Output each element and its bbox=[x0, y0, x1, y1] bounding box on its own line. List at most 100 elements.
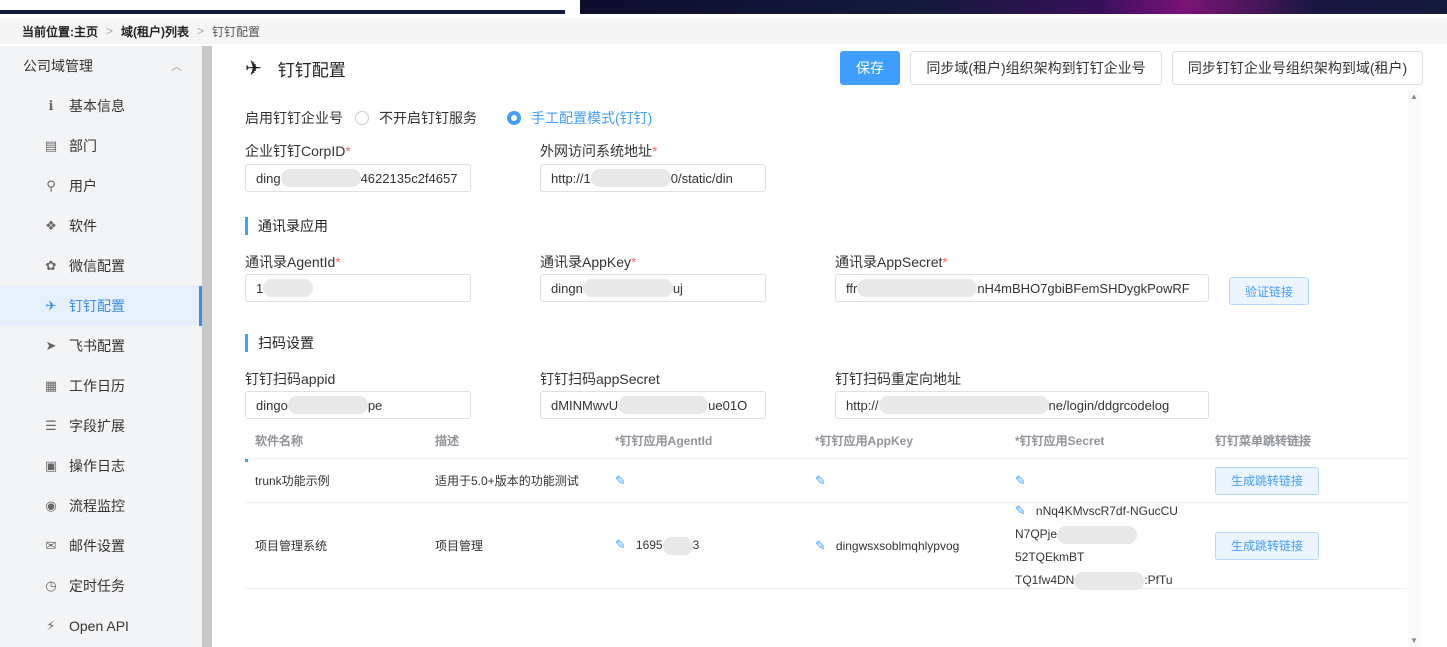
sidebar-item-11[interactable]: ✉ 邮件设置 bbox=[0, 526, 202, 566]
sidebar-item-0[interactable]: ℹ 基本信息 bbox=[0, 86, 202, 126]
log-icon: ▣ bbox=[44, 458, 58, 473]
sidebar-item-label: 用户 bbox=[69, 178, 97, 194]
scan-redirect-label: 钉钉扫码重定向地址 bbox=[835, 371, 961, 387]
sidebar-scrollbar[interactable] bbox=[202, 46, 212, 647]
agentid-label: 通讯录AgentId* bbox=[245, 254, 341, 270]
sidebar-group-header[interactable]: 公司域管理 ︿ bbox=[0, 46, 202, 86]
redacted-mask bbox=[857, 279, 978, 297]
secret-value: ✎ nNq4KMvscR7df-NGucCU N7QPje52TQEkmBT TQ… bbox=[1005, 499, 1205, 592]
breadcrumb-prefix: 当前位置: bbox=[22, 24, 74, 39]
sidebar-item-6[interactable]: ➤ 飞书配置 bbox=[0, 326, 202, 366]
table-row: trunk功能示例 适用于5.0+版本的功能测试 ✎ ✎ ✎ 生成跳转链接 bbox=[245, 459, 1407, 503]
radio-manual-label: 手工配置模式(钉钉) bbox=[531, 110, 653, 126]
appkey-input[interactable]: dingn uj bbox=[540, 274, 766, 302]
edit-pencil-icon[interactable]: ✎ bbox=[615, 537, 626, 553]
sidebar-item-1[interactable]: ▤ 部门 bbox=[0, 126, 202, 166]
clock-icon: ◷ bbox=[45, 578, 57, 593]
software-name: 项目管理系统 bbox=[255, 539, 328, 553]
sidebar-item-12[interactable]: ◷ 定时任务 bbox=[0, 566, 202, 606]
radio-manual-mode[interactable]: 手工配置模式(钉钉) bbox=[507, 108, 652, 128]
redacted-mask bbox=[662, 536, 693, 555]
corpid-input[interactable]: ding 4622135c2f4657 bbox=[245, 164, 471, 192]
sidebar-item-label: 飞书配置 bbox=[69, 338, 125, 354]
sliders-icon: ☰ bbox=[45, 418, 57, 433]
cubes-icon: ❖ bbox=[45, 218, 57, 233]
user-icon: ⚲ bbox=[46, 178, 56, 193]
generate-link-button[interactable]: 生成跳转链接 bbox=[1215, 531, 1319, 560]
verify-link-button[interactable]: 验证链接 bbox=[1229, 277, 1309, 305]
scan-redirect-input[interactable]: http://ne/login/ddgrcodelog bbox=[835, 391, 1209, 419]
sidebar-item-4[interactable]: ✿ 微信配置 bbox=[0, 246, 202, 286]
sidebar-item-9[interactable]: ▣ 操作日志 bbox=[0, 446, 202, 486]
redacted-mask bbox=[590, 169, 671, 187]
calendar-icon: ▦ bbox=[44, 378, 58, 393]
sidebar-item-8[interactable]: ☰ 字段扩展 bbox=[0, 406, 202, 446]
page-title: ✈ 钉钉配置 bbox=[245, 56, 346, 81]
plane-icon: ✈ bbox=[245, 58, 262, 80]
external-url-label: 外网访问系统地址* bbox=[540, 143, 658, 159]
save-button[interactable]: 保存 bbox=[840, 51, 900, 85]
agentid-value: 1695 bbox=[635, 537, 663, 552]
radio-disable-label: 不开启钉钉服务 bbox=[379, 110, 477, 126]
breadcrumb-separator-icon: > bbox=[197, 24, 205, 38]
column-header: 描述 bbox=[435, 434, 460, 448]
software-table: 软件名称 描述 *钉钉应用AgentId *钉钉应用AppKey *钉钉应用Se… bbox=[245, 423, 1407, 590]
dashboard-icon: ◉ bbox=[45, 498, 57, 513]
edit-pencil-icon[interactable]: ✎ bbox=[815, 473, 826, 489]
edit-pencil-icon[interactable]: ✎ bbox=[815, 538, 826, 554]
breadcrumb-home[interactable]: 主页 bbox=[74, 23, 98, 40]
appsecret-input[interactable]: ffr nH4mBHO7gbiBFemSHDygkPowRF bbox=[835, 274, 1209, 302]
corpid-label: 企业钉钉CorpID* bbox=[245, 143, 351, 159]
sidebar-group-title: 公司域管理 bbox=[23, 58, 93, 74]
sidebar-item-label: 基本信息 bbox=[69, 98, 125, 114]
sidebar-item-5[interactable]: ✈ 钉钉配置 bbox=[0, 286, 202, 326]
breadcrumb-current: 钉钉配置 bbox=[212, 24, 261, 39]
appsecret-label: 通讯录AppSecret* bbox=[835, 254, 948, 270]
contacts-section-title: 通讯录应用 bbox=[245, 217, 328, 235]
sync-to-dingtalk-button[interactable]: 同步域(租户)组织架构到钉钉企业号 bbox=[910, 51, 1162, 85]
sidebar-menu: ℹ 基本信息 ▤ 部门 ⚲ 用户 ❖ 软件 ✿ 微信配置 ✈ 钉钉配置 ➤ 飞书配置 ▦ 工作日历 ☰ 字段扩展 ▣… bbox=[0, 86, 202, 646]
column-header: *钉钉应用AgentId bbox=[615, 434, 713, 448]
sync-from-dingtalk-button[interactable]: 同步钉钉企业号组织架构到域(租户) bbox=[1172, 51, 1423, 85]
sidebar-item-label: 部门 bbox=[69, 138, 97, 154]
sidebar-item-3[interactable]: ❖ 软件 bbox=[0, 206, 202, 246]
wechat-icon: ✿ bbox=[45, 258, 57, 273]
external-url-input[interactable]: http://1 0/static/din bbox=[540, 164, 766, 192]
table-header: 软件名称 描述 *钉钉应用AgentId *钉钉应用AppKey *钉钉应用Se… bbox=[245, 423, 1407, 459]
sidebar-item-10[interactable]: ◉ 流程监控 bbox=[0, 486, 202, 526]
appkey-label: 通讯录AppKey* bbox=[540, 254, 637, 270]
edit-pencil-icon[interactable]: ✎ bbox=[615, 473, 626, 489]
radio-disable-service[interactable]: 不开启钉钉服务 bbox=[355, 108, 477, 128]
appkey-value: dingwsxsoblmqhlypvog bbox=[835, 538, 960, 553]
edit-pencil-icon[interactable]: ✎ bbox=[1015, 499, 1026, 522]
banner-band-right bbox=[580, 0, 1447, 14]
sidebar-item-7[interactable]: ▦ 工作日历 bbox=[0, 366, 202, 406]
top-banner bbox=[0, 0, 1447, 14]
scroll-down-icon[interactable]: ▼ bbox=[1410, 636, 1418, 645]
sidebar-item-label: Open API bbox=[69, 618, 129, 634]
form-scrollbar[interactable]: ▲ ▼ bbox=[1408, 90, 1420, 647]
sidebar-item-label: 钉钉配置 bbox=[69, 298, 125, 314]
agentid-input[interactable]: 1 bbox=[245, 274, 471, 302]
sidebar-item-label: 邮件设置 bbox=[69, 538, 125, 554]
edit-pencil-icon[interactable]: ✎ bbox=[1015, 473, 1026, 489]
sidebar-item-label: 软件 bbox=[69, 218, 97, 234]
table-row: 项目管理系统 项目管理 ✎ 1695 3 ✎ dingwsxsoblmqhlypvog… bbox=[245, 503, 1407, 590]
sidebar-item-13[interactable]: ⚡ Open API bbox=[0, 606, 202, 646]
breadcrumb-tenant-list[interactable]: 域(租户)列表 bbox=[121, 23, 189, 40]
generate-link-button[interactable]: 生成跳转链接 bbox=[1215, 466, 1319, 495]
redacted-mask bbox=[1057, 525, 1138, 544]
mail-icon: ✉ bbox=[45, 538, 57, 553]
sidebar-item-2[interactable]: ⚲ 用户 bbox=[0, 166, 202, 206]
scan-appid-input[interactable]: dingo pe bbox=[245, 391, 471, 419]
scan-secret-input[interactable]: dMINMwvU ue01O bbox=[540, 391, 766, 419]
software-desc: 项目管理 bbox=[435, 539, 484, 553]
scroll-up-icon[interactable]: ▲ bbox=[1410, 92, 1418, 101]
redacted-mask bbox=[878, 396, 1049, 414]
software-name: trunk功能示例 bbox=[255, 474, 330, 488]
redacted-mask bbox=[1074, 571, 1145, 590]
paper-plane-icon: ➤ bbox=[45, 338, 57, 353]
scan-section-title: 扫码设置 bbox=[245, 334, 314, 352]
software-desc: 适用于5.0+版本的功能测试 bbox=[435, 474, 579, 488]
sidebar-item-label: 字段扩展 bbox=[69, 418, 125, 434]
